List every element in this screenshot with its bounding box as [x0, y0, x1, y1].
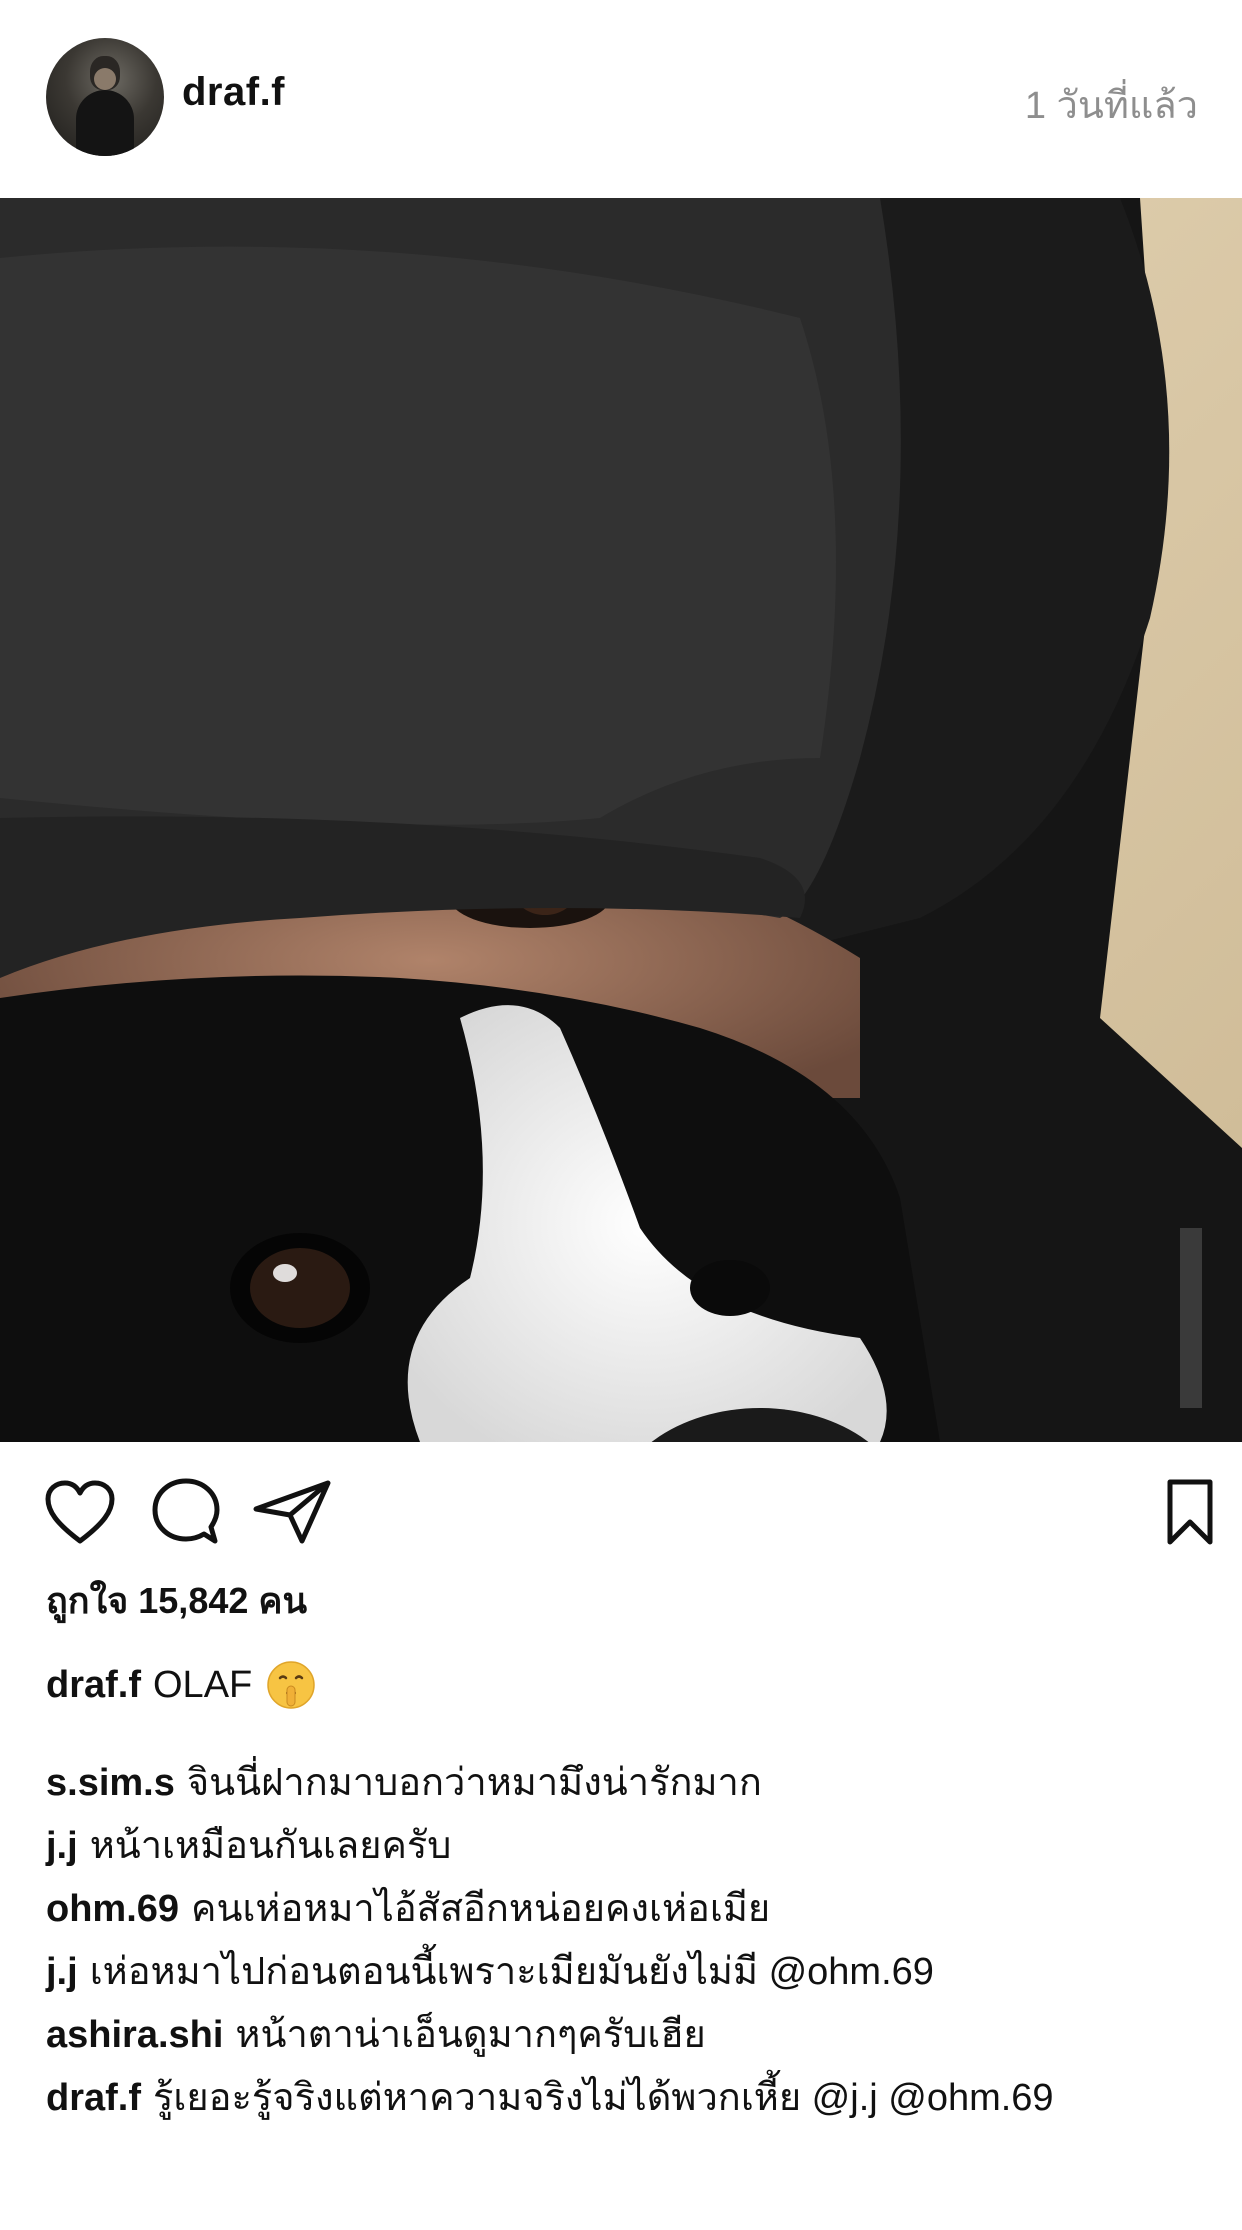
post-header: draf.f 1 วันที่แล้ว — [0, 0, 1242, 198]
comment-text: หน้าเหมือนกันเลยครับ — [89, 1825, 452, 1867]
post-caption: draf.f OLAF — [46, 1660, 316, 1710]
comment-username[interactable]: draf.f — [46, 2077, 141, 2119]
comment-item: s.sim.s จินนี่ฝากมาบอกว่าหมามึงน่ารักมาก — [46, 1752, 1206, 1815]
comment-username[interactable]: j.j — [46, 1951, 78, 1993]
avatar-figure-body — [76, 90, 134, 156]
caption-text: OLAF — [153, 1663, 253, 1706]
avatar-figure-face — [94, 68, 116, 90]
comment-text: เห่อหมาไปก่อนตอนนี้เพราะเมียมันยังไม่มี … — [89, 1951, 934, 1993]
photo-illustration — [0, 198, 1242, 1442]
shushing-face-emoji — [266, 1660, 316, 1710]
comment-item: ashira.shi หน้าตาน่าเอ็นดูมากๆครับเฮีย — [46, 2004, 1206, 2067]
caption-username[interactable]: draf.f — [46, 1664, 141, 1707]
heart-icon[interactable] — [40, 1472, 120, 1552]
comment-bubble-icon[interactable] — [146, 1472, 226, 1552]
paper-plane-icon[interactable] — [252, 1472, 332, 1552]
bookmark-icon[interactable] — [1150, 1472, 1230, 1552]
post-actions — [0, 1442, 1242, 1572]
post-time-ago: 1 วันที่แล้ว — [1024, 85, 1198, 127]
post-photo[interactable] — [0, 198, 1242, 1442]
comment-item: j.j หน้าเหมือนกันเลยครับ — [46, 1815, 1206, 1878]
comments-list: s.sim.s จินนี่ฝากมาบอกว่าหมามึงน่ารักมาก … — [46, 1752, 1206, 2130]
likes-count[interactable]: ถูกใจ 15,842 คน — [46, 1572, 307, 1629]
comment-text: จินนี่ฝากมาบอกว่าหมามึงน่ารักมาก — [186, 1762, 762, 1804]
comment-username[interactable]: ohm.69 — [46, 1888, 179, 1930]
comment-text: หน้าตาน่าเอ็นดูมากๆครับเฮีย — [235, 2014, 706, 2056]
comment-text: คนเห่อหมาไอ้สัสอีกหน่อยคงเห่อเมีย — [191, 1888, 771, 1930]
post-username[interactable]: draf.f — [182, 70, 285, 115]
comment-text: รู้เยอะรู้จริงแต่หาความจริงไม่ได้พวกเหี้… — [153, 2077, 1054, 2119]
comment-username[interactable]: s.sim.s — [46, 1762, 175, 1804]
comment-item: draf.f รู้เยอะรู้จริงแต่หาความจริงไม่ได้พ… — [46, 2067, 1206, 2130]
comment-item: ohm.69 คนเห่อหมาไอ้สัสอีกหน่อยคงเห่อเมีย — [46, 1878, 1206, 1941]
comment-username[interactable]: ashira.shi — [46, 2014, 223, 2056]
comment-item: j.j เห่อหมาไปก่อนตอนนี้เพราะเมียมันยังไม่… — [46, 1941, 1206, 2004]
comment-username[interactable]: j.j — [46, 1825, 78, 1867]
avatar[interactable] — [46, 38, 164, 156]
